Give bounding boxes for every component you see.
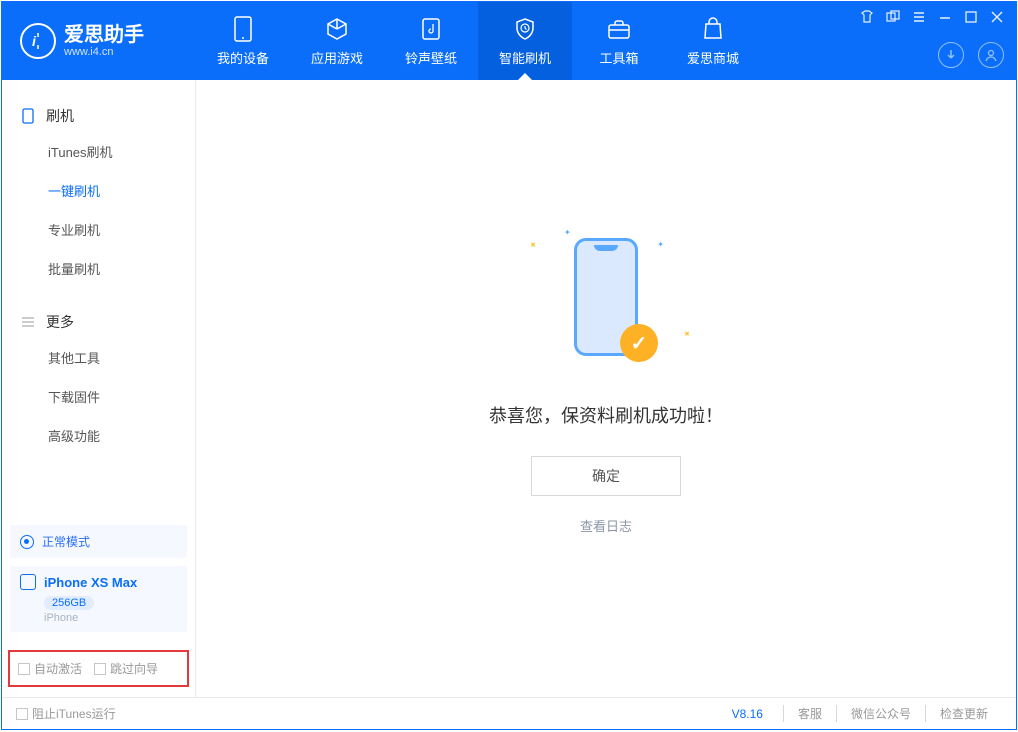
app-window: i 爱思助手 www.i4.cn 我的设备 应用游戏 铃声壁纸 智能刷机 (1, 1, 1017, 730)
brand-subtitle: www.i4.cn (64, 47, 144, 58)
footer-link-wechat[interactable]: 微信公众号 (836, 705, 925, 722)
svg-text:i: i (32, 33, 37, 49)
music-icon (418, 16, 444, 42)
sidebar-group-flash: 刷机 iTunes刷机 一键刷机 专业刷机 批量刷机 (2, 100, 195, 288)
checkbox-icon (94, 663, 106, 675)
footer-link-check-update[interactable]: 检查更新 (925, 705, 1002, 722)
checkbox-label: 跳过向导 (110, 660, 158, 677)
success-illustration: ✦ ✦ ✦ ✦ ✓ (516, 222, 696, 372)
sidebar-scroll: 刷机 iTunes刷机 一键刷机 专业刷机 批量刷机 更多 其他工具 下载固件 … (2, 80, 195, 517)
nav-label: 工具箱 (599, 48, 638, 67)
success-area: ✦ ✦ ✦ ✦ ✓ 恭喜您，保资料刷机成功啦！ 确定 查看日志 (489, 222, 723, 535)
brand-title: 爱思助手 (64, 25, 144, 45)
user-controls (938, 42, 1004, 68)
nav-ringtone-wallpaper[interactable]: 铃声壁纸 (384, 2, 478, 80)
checkbox-icon (18, 663, 30, 675)
sparkle-icon: ✦ (525, 239, 539, 253)
ok-button[interactable]: 确定 (531, 456, 681, 496)
nav-label: 智能刷机 (499, 48, 551, 67)
sparkle-icon: ✦ (679, 328, 693, 342)
minimize-icon[interactable] (938, 8, 952, 26)
nav-toolbox[interactable]: 工具箱 (572, 2, 666, 80)
window-controls (860, 8, 1004, 26)
success-message: 恭喜您，保资料刷机成功啦！ (489, 402, 723, 428)
group-label: 刷机 (46, 106, 74, 126)
sidebar-item-one-click-flash[interactable]: 一键刷机 (2, 171, 195, 210)
group-label: 更多 (46, 312, 74, 332)
nav: 我的设备 应用游戏 铃声壁纸 智能刷机 工具箱 爱思商城 (196, 2, 760, 80)
checkbox-label: 阻止iTunes运行 (32, 705, 116, 722)
nav-label: 爱思商城 (687, 48, 739, 67)
menu-icon[interactable] (912, 8, 926, 26)
sparkle-icon: ✦ (564, 228, 571, 237)
nav-label: 我的设备 (217, 48, 269, 67)
highlighted-checkbox-group: 自动激活 跳过向导 (8, 650, 189, 687)
close-icon[interactable] (990, 8, 1004, 26)
sidebar-group-head[interactable]: 更多 (2, 306, 195, 338)
logo-area: i 爱思助手 www.i4.cn (2, 2, 196, 80)
nav-smart-flash[interactable]: 智能刷机 (478, 2, 572, 80)
footer-link-support[interactable]: 客服 (783, 705, 836, 722)
sidebar-item-advanced[interactable]: 高级功能 (2, 416, 195, 455)
checkbox-skip-guide[interactable]: 跳过向导 (94, 660, 158, 677)
cascade-icon[interactable] (886, 8, 900, 26)
device-storage-badge: 256GB (44, 596, 94, 610)
user-icon[interactable] (978, 42, 1004, 68)
checkbox-block-itunes[interactable]: 阻止iTunes运行 (16, 705, 116, 722)
body: 刷机 iTunes刷机 一键刷机 专业刷机 批量刷机 更多 其他工具 下载固件 … (2, 80, 1016, 697)
checkbox-label: 自动激活 (34, 660, 82, 677)
device-icon (230, 16, 256, 42)
nav-app-games[interactable]: 应用游戏 (290, 2, 384, 80)
status-mode-panel[interactable]: 正常模式 (10, 525, 187, 558)
status-dot-icon (20, 535, 34, 549)
toolbox-icon (606, 16, 632, 42)
download-icon[interactable] (938, 42, 964, 68)
nav-my-device[interactable]: 我的设备 (196, 2, 290, 80)
checkmark-badge-icon: ✓ (620, 324, 658, 362)
sparkle-icon: ✦ (657, 240, 664, 249)
maximize-icon[interactable] (964, 8, 978, 26)
bag-icon (700, 16, 726, 42)
status-mode-label: 正常模式 (42, 533, 90, 550)
list-icon (20, 314, 36, 330)
sidebar-item-download-firmware[interactable]: 下载固件 (2, 377, 195, 416)
sidebar-item-itunes-flash[interactable]: iTunes刷机 (2, 132, 195, 171)
header-right (860, 2, 1004, 80)
footer: 阻止iTunes运行 V8.16 客服 微信公众号 检查更新 (2, 697, 1016, 729)
phone-icon (20, 108, 36, 124)
device-type: iPhone (44, 612, 177, 624)
checkbox-icon (16, 708, 28, 720)
nav-label: 应用游戏 (311, 48, 363, 67)
header: i 爱思助手 www.i4.cn 我的设备 应用游戏 铃声壁纸 智能刷机 (2, 2, 1016, 80)
logo-icon: i (20, 23, 56, 59)
sidebar: 刷机 iTunes刷机 一键刷机 专业刷机 批量刷机 更多 其他工具 下载固件 … (2, 80, 196, 697)
device-name: iPhone XS Max (44, 575, 137, 590)
sidebar-item-pro-flash[interactable]: 专业刷机 (2, 210, 195, 249)
sidebar-group-more: 更多 其他工具 下载固件 高级功能 (2, 306, 195, 455)
nav-store[interactable]: 爱思商城 (666, 2, 760, 80)
device-outline-icon (20, 574, 36, 590)
checkbox-auto-activate[interactable]: 自动激活 (18, 660, 82, 677)
sidebar-group-head[interactable]: 刷机 (2, 100, 195, 132)
version-label: V8.16 (732, 707, 763, 721)
sidebar-item-other-tools[interactable]: 其他工具 (2, 338, 195, 377)
device-panel[interactable]: iPhone XS Max 256GB iPhone (10, 566, 187, 632)
main-content: ✦ ✦ ✦ ✦ ✓ 恭喜您，保资料刷机成功啦！ 确定 查看日志 (196, 80, 1016, 697)
view-log-link[interactable]: 查看日志 (580, 516, 632, 535)
nav-label: 铃声壁纸 (405, 48, 457, 67)
shield-icon (512, 16, 538, 42)
shirt-icon[interactable] (860, 8, 874, 26)
sidebar-item-batch-flash[interactable]: 批量刷机 (2, 249, 195, 288)
cube-icon (324, 16, 350, 42)
